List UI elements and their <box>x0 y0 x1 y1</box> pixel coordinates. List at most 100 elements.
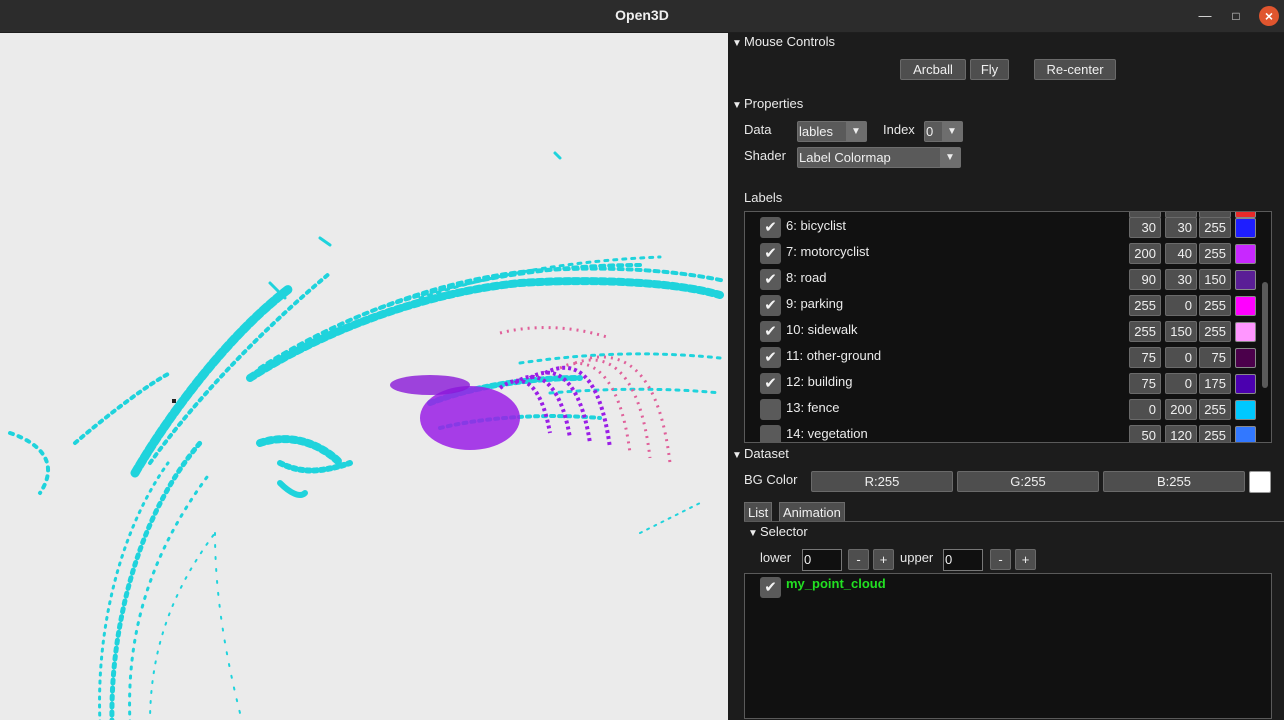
checkmark-icon: ✔ <box>764 323 777 340</box>
dataset-list[interactable]: ✔ my_point_cloud <box>744 573 1272 719</box>
label-blue-value[interactable]: 255 <box>1199 243 1231 264</box>
label-green-value[interactable]: 30 <box>1165 269 1197 290</box>
label-blue-value[interactable]: 255 <box>1199 321 1231 342</box>
tab-list[interactable]: List <box>744 502 773 522</box>
checkmark-icon: ✔ <box>764 271 777 288</box>
label-color-swatch[interactable] <box>1235 374 1256 394</box>
label-red-value[interactable]: 0 <box>1129 399 1161 420</box>
upper-label: upper <box>900 550 934 565</box>
label-row: ✔ 11: other-ground 75 0 75 <box>745 344 1256 370</box>
dataset-item-checkbox[interactable]: ✔ <box>760 577 781 598</box>
bg-red-button[interactable]: R:255 <box>811 471 953 492</box>
label-color-swatch[interactable] <box>1235 296 1256 316</box>
label-green-value[interactable]: 200 <box>1165 399 1197 420</box>
label-red-value[interactable]: 50 <box>1129 425 1161 442</box>
shader-select[interactable]: Label Colormap ▼ <box>797 147 961 168</box>
label-red-value[interactable]: 75 <box>1129 347 1161 368</box>
bg-green-button[interactable]: G:255 <box>957 471 1099 492</box>
label-name: 10: sidewalk <box>786 322 858 337</box>
label-green-value[interactable]: 0 <box>1165 347 1197 368</box>
label-red-value[interactable]: 255 <box>1129 321 1161 342</box>
triangle-down-icon: ▼ <box>732 100 742 111</box>
label-name: 13: fence <box>786 400 840 415</box>
upper-minus-button[interactable]: - <box>990 549 1011 570</box>
labels-heading: Labels <box>744 190 783 205</box>
lower-input[interactable]: 0 <box>802 549 842 571</box>
settings-panel: ▼ Mouse Controls Arcball Fly Re-center ▼ P… <box>728 33 1284 720</box>
label-red-value[interactable]: 30 <box>1129 217 1161 238</box>
index-select[interactable]: 0 ▼ <box>924 121 963 142</box>
dataset-item-my-point-cloud[interactable]: my_point_cloud <box>786 576 886 591</box>
label-blue-value[interactable]: 255 <box>1199 217 1231 238</box>
lower-minus-button[interactable]: - <box>848 549 869 570</box>
label-checkbox[interactable]: ✔ <box>760 347 781 368</box>
recenter-button[interactable]: Re-center <box>1034 59 1116 80</box>
label-blue-value[interactable]: 150 <box>1199 269 1231 290</box>
close-button[interactable]: × <box>1259 6 1279 26</box>
title-bar: Open3D — □ × <box>0 0 1284 33</box>
label-checkbox[interactable]: ✔ <box>760 243 781 264</box>
lower-plus-button[interactable]: + <box>873 549 894 570</box>
label-blue-value[interactable]: 75 <box>1199 347 1231 368</box>
mouse-controls-header[interactable]: ▼ Mouse Controls <box>732 34 835 49</box>
data-select[interactable]: lables ▼ <box>797 121 867 142</box>
label-color-swatch[interactable] <box>1235 270 1256 290</box>
label-green-value[interactable]: 0 <box>1165 295 1197 316</box>
label-checkbox[interactable] <box>760 425 781 442</box>
fly-button[interactable]: Fly <box>970 59 1009 80</box>
selector-header[interactable]: ▼ Selector <box>748 524 808 539</box>
label-checkbox[interactable]: ✔ <box>760 321 781 342</box>
upper-plus-button[interactable]: + <box>1015 549 1036 570</box>
label-blue-value[interactable]: 255 <box>1199 295 1231 316</box>
checkmark-icon: ✔ <box>764 375 777 392</box>
label-blue-value[interactable]: 175 <box>1199 373 1231 394</box>
point-cloud-viewport[interactable] <box>0 33 728 720</box>
label-row: 13: fence 0 200 255 <box>745 396 1256 422</box>
label-name: 12: building <box>786 374 853 389</box>
label-red-value[interactable]: 90 <box>1129 269 1161 290</box>
label-checkbox[interactable]: ✔ <box>760 295 781 316</box>
lower-label: lower <box>760 550 792 565</box>
shader-label: Shader <box>744 148 786 163</box>
labels-list[interactable]: ✔ 6: bicyclist 30 30 255 ✔ 7: motorcyclist 200 4… <box>744 211 1272 443</box>
label-color-swatch[interactable] <box>1235 348 1256 368</box>
label-green-value[interactable]: 120 <box>1165 425 1197 442</box>
label-color-swatch[interactable] <box>1235 400 1256 420</box>
label-color-swatch[interactable] <box>1235 322 1256 342</box>
label-name: 11: other-ground <box>786 348 882 363</box>
label-color-swatch[interactable] <box>1235 426 1256 442</box>
label-red-value[interactable]: 200 <box>1129 243 1161 264</box>
properties-header[interactable]: ▼ Properties <box>732 96 803 111</box>
bg-color-swatch[interactable] <box>1249 471 1271 493</box>
label-color-swatch[interactable] <box>1235 218 1256 238</box>
label-red-value[interactable]: 255 <box>1129 295 1161 316</box>
label-checkbox[interactable]: ✔ <box>760 217 781 238</box>
dataset-header[interactable]: ▼ Dataset <box>732 446 789 461</box>
bg-blue-button[interactable]: B:255 <box>1103 471 1245 492</box>
upper-input[interactable]: 0 <box>943 549 983 571</box>
labels-scrollbar[interactable] <box>1262 282 1268 388</box>
tab-animation[interactable]: Animation <box>779 502 845 522</box>
chevron-down-icon: ▼ <box>942 122 962 141</box>
checkmark-icon: ✔ <box>764 349 777 366</box>
label-blue-value[interactable]: 255 <box>1199 399 1231 420</box>
label-name: 14: vegetation <box>786 426 868 441</box>
label-row: ✔ 9: parking 255 0 255 <box>745 292 1256 318</box>
label-green-value[interactable]: 30 <box>1165 217 1197 238</box>
label-row: ✔ 10: sidewalk 255 150 255 <box>745 318 1256 344</box>
label-checkbox[interactable]: ✔ <box>760 269 781 290</box>
label-checkbox[interactable] <box>760 399 781 420</box>
label-blue-value[interactable]: 255 <box>1199 425 1231 442</box>
label-green-value[interactable]: 40 <box>1165 243 1197 264</box>
label-color-swatch[interactable] <box>1235 244 1256 264</box>
label-checkbox[interactable]: ✔ <box>760 373 781 394</box>
label-green-value[interactable]: 0 <box>1165 373 1197 394</box>
checkmark-icon: ✔ <box>764 245 777 262</box>
arcball-button[interactable]: Arcball <box>900 59 966 80</box>
label-row: 14: vegetation 50 120 255 <box>745 422 1256 442</box>
minimize-button[interactable]: — <box>1195 6 1215 26</box>
label-green-value[interactable]: 150 <box>1165 321 1197 342</box>
label-row: ✔ 12: building 75 0 175 <box>745 370 1256 396</box>
label-red-value[interactable]: 75 <box>1129 373 1161 394</box>
maximize-button[interactable]: □ <box>1226 6 1246 26</box>
